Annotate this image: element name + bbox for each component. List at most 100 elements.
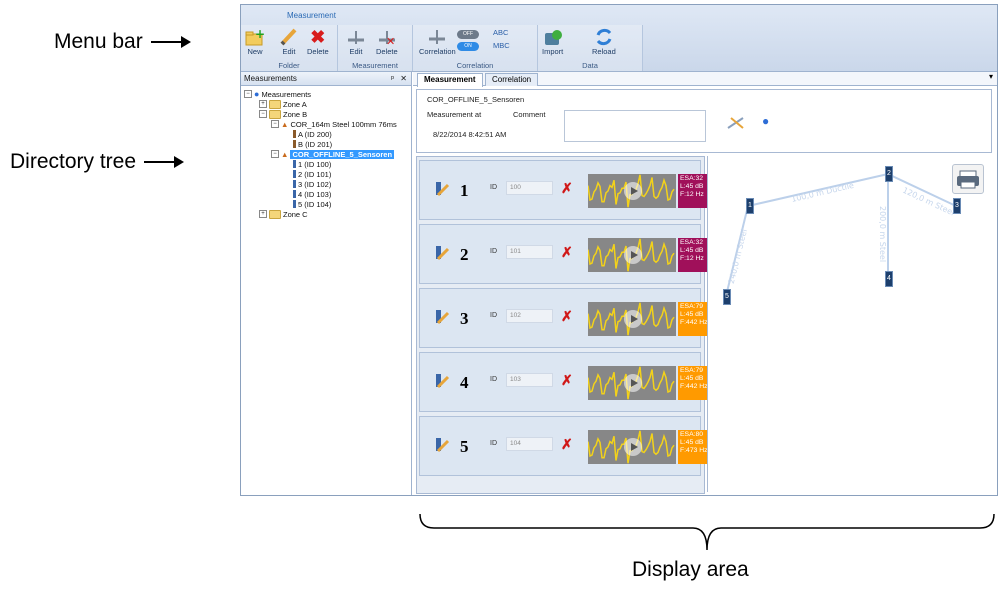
edit-label: Edit [282,47,296,56]
measurement-title: COR_OFFLINE_5_Sensoren [427,95,525,104]
tree-node-zone-c[interactable]: + Zone C [259,209,308,219]
expand-icon[interactable]: + [259,100,267,108]
play-icon[interactable] [624,182,642,200]
play-icon[interactable] [624,438,642,456]
sensor-row[interactable]: 2 ID 101 ✗ ESA:32 L:45 dB F:12 Hz [419,224,712,284]
correlation-off-toggle[interactable]: OFF [457,30,479,39]
tree-node-label: Zone C [283,209,308,219]
tree-node-sensor-2[interactable]: 2 (ID 101) [293,169,331,179]
tab-correlation[interactable]: Correlation [485,73,539,86]
esa-value: ESA:32 [680,239,704,246]
import-button[interactable]: Import [542,27,563,56]
tree-node-label-selected: COR_OFFLINE_5_Sensoren [290,149,395,159]
play-icon[interactable] [624,374,642,392]
collapse-icon[interactable]: − [244,90,252,98]
tree-pane-header: Measurements ᵖ ✕ [241,72,411,86]
edit-measurement-button[interactable]: Edit [346,27,366,56]
chevron-down-icon[interactable]: ▾ [989,72,993,81]
correlation-button[interactable]: Correlation [419,27,456,56]
delete-measurement-button[interactable]: ✕ Delete [376,27,398,56]
tree-node-sensor-3[interactable]: 3 (ID 102) [293,179,331,189]
edit-sensor-icon[interactable] [434,435,450,453]
delete-sensor-icon[interactable]: ✗ [561,180,573,197]
collapse-icon[interactable]: − [259,110,267,118]
menu-bar-annotation: Menu bar [54,30,191,54]
pin-icon[interactable]: ᵖ [391,74,394,83]
sensor-id-label: ID [490,248,497,255]
sensor-row[interactable]: 1 ID 100 ✗ ESA:32 L:45 dB F:12 Hz [419,160,712,220]
new-folder-button[interactable]: + New [245,27,265,56]
delete-sensor-icon[interactable]: ✗ [561,244,573,261]
audio-waveform-player[interactable] [588,430,676,464]
tree-node-sensor-1[interactable]: 1 (ID 100) [293,159,331,169]
sensor-number: 5 [460,437,469,456]
sensor-id-field[interactable]: 102 [506,309,553,323]
tree-node-a[interactable]: A (ID 200) [293,129,332,139]
sensor-id-field[interactable]: 100 [506,181,553,195]
tree-node-zone-a[interactable]: + Zone A [259,99,307,109]
sensor-row[interactable]: 4 ID 103 ✗ ESA:79 L:45 dB F:442 Hz [419,352,712,412]
water-drop-icon[interactable]: ● [762,114,769,128]
sensor-row[interactable]: 3 ID 102 ✗ ESA:79 L:45 dB F:442 Hz [419,288,712,348]
new-folder-icon: + [245,27,265,47]
ribbon-tab-measurement[interactable]: Measurement [287,11,336,20]
sensor-id-field[interactable]: 101 [506,245,553,259]
sensor-marker-4[interactable]: 4 [885,271,893,287]
tree-node-sensor-5[interactable]: 5 (ID 104) [293,199,331,209]
sensor-icon [293,140,296,148]
sensor-marker-3[interactable]: 3 [953,198,961,214]
sensor-marker-5[interactable]: 5 [723,289,731,305]
play-icon[interactable] [624,246,642,264]
correlation-group-label: Correlation [456,61,494,70]
delete-sensor-icon[interactable]: ✗ [561,436,573,453]
sensor-id-field[interactable]: 104 [506,437,553,451]
sensor-id-field[interactable]: 103 [506,373,553,387]
audio-waveform-player[interactable] [588,366,676,400]
audio-waveform-player[interactable] [588,174,676,208]
tree-node-cor-offline[interactable]: − ▲ COR_OFFLINE_5_Sensoren [271,149,395,159]
tree-node-zone-b[interactable]: − Zone B [259,109,307,119]
abc-option[interactable]: ABC [493,28,508,37]
tree-node-b[interactable]: B (ID 201) [293,139,332,149]
edit-sensor-icon[interactable] [434,243,450,261]
delete-folder-button[interactable]: ✖ Delete [307,27,329,56]
collapse-icon[interactable]: − [271,150,279,158]
pencil-icon [279,27,299,47]
measured-at-label: Measurement at [427,110,482,119]
sensor-marker-2[interactable]: 2 [885,166,893,182]
tree-node-root[interactable]: − ● Measurements [244,89,311,99]
audio-waveform-player[interactable] [588,238,676,272]
esa-value: ESA:79 [680,303,704,310]
display-area-bracket [419,513,995,551]
data-group-label: Data [582,61,598,70]
tree-node-cor-164m[interactable]: − ▲ COR_164m Steel 100mm 76ms [271,119,397,129]
directory-tree-pane: Measurements ᵖ ✕ − ● Measurements + Zone… [241,72,412,495]
directory-tree-annotation: Directory tree [10,150,185,174]
reload-label: Reload [592,47,616,56]
tab-measurement[interactable]: Measurement [417,73,483,87]
delete-sensor-icon[interactable]: ✗ [561,372,573,389]
tree-node-label: 3 (ID 102) [298,179,332,189]
comment-label: Comment [513,110,546,119]
play-icon[interactable] [624,310,642,328]
tree-node-sensor-4[interactable]: 4 (ID 103) [293,189,331,199]
comment-field[interactable] [564,110,706,142]
delete-sensor-icon[interactable]: ✗ [561,308,573,325]
edit-sensor-icon[interactable] [434,371,450,389]
mbc-option[interactable]: MBC [493,41,510,50]
audio-waveform-player[interactable] [588,302,676,336]
close-icon[interactable]: ✕ [400,74,407,83]
edit-sensor-icon[interactable] [434,307,450,325]
collapse-icon[interactable]: − [271,120,279,128]
esa-value: ESA:79 [680,367,704,374]
edit-sensor-icon[interactable] [434,179,450,197]
reload-icon [594,27,614,47]
reload-button[interactable]: Reload [592,27,616,56]
sensor-marker-1[interactable]: 1 [746,198,754,214]
pipe-label-1: 100,0 m Ductile [790,181,854,204]
correlation-on-toggle[interactable]: ON [457,42,479,51]
edit-folder-button[interactable]: Edit [279,27,299,56]
sensor-row[interactable]: 5 ID 104 ✗ ESA:80 L:45 dB F:473 Hz [419,416,712,476]
expand-icon[interactable]: + [259,210,267,218]
correlation-tool-icon[interactable] [727,116,745,132]
